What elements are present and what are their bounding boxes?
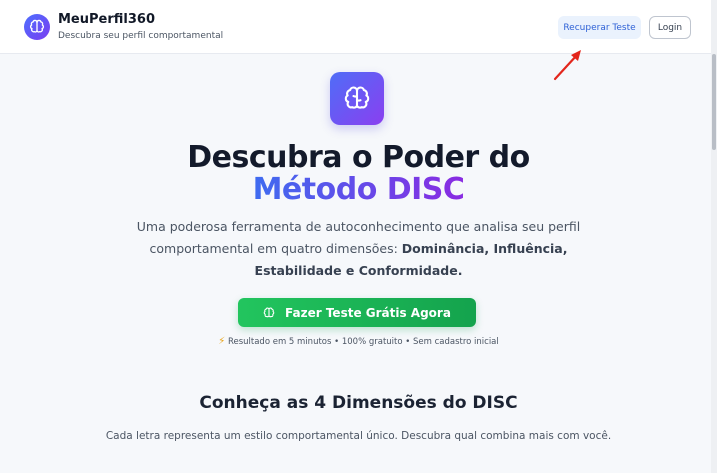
hero-title-gradient: Método DISC bbox=[252, 172, 465, 207]
scrollbar-thumb[interactable] bbox=[712, 54, 716, 150]
section-title: Conheça as 4 Dimensões do DISC bbox=[199, 393, 518, 413]
hero-title-line2: Método DISC bbox=[0, 172, 717, 207]
top-header: MeuPerfil360 Descubra seu perfil comport… bbox=[0, 0, 717, 54]
section-subtitle: Cada letra representa um estilo comporta… bbox=[105, 430, 612, 442]
hero-title-line1: Descubra o Poder do bbox=[187, 140, 530, 175]
login-button[interactable]: Login bbox=[649, 16, 691, 39]
recover-test-button[interactable]: Recuperar Teste bbox=[558, 16, 641, 39]
vertical-scrollbar[interactable] bbox=[711, 0, 717, 473]
brand-name[interactable]: MeuPerfil360 bbox=[58, 12, 155, 27]
start-free-test-label: Fazer Teste Grátis Agora bbox=[285, 305, 451, 320]
hero-description: Uma poderosa ferramenta de autoconhecime… bbox=[110, 216, 607, 282]
lightning-icon: ⚡ bbox=[218, 336, 226, 347]
annotation-arrow-icon bbox=[553, 50, 581, 81]
brain-icon bbox=[344, 85, 370, 109]
brain-icon bbox=[263, 307, 275, 317]
hero-note: ⚡ Resultado em 5 minutos • 100% gratuito… bbox=[0, 336, 717, 347]
brain-icon bbox=[29, 19, 45, 33]
logo[interactable] bbox=[24, 14, 50, 40]
brand-tagline: Descubra seu perfil comportamental bbox=[58, 31, 224, 41]
hero-brain-badge bbox=[330, 72, 384, 125]
start-free-test-button[interactable]: Fazer Teste Grátis Agora bbox=[238, 298, 476, 327]
hero-note-text: Resultado em 5 minutos • 100% gratuito •… bbox=[227, 337, 499, 347]
